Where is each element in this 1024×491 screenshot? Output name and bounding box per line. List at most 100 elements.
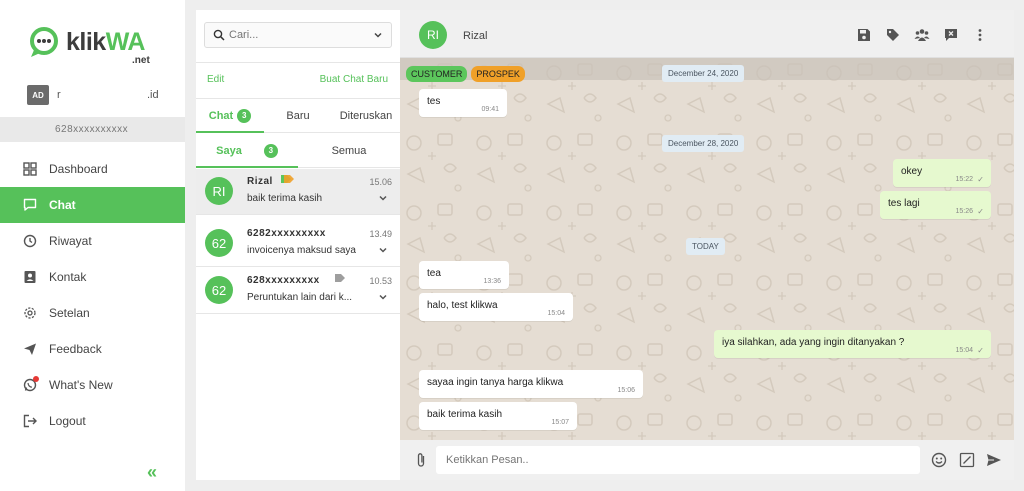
message-time: 15:04 xyxy=(547,310,565,317)
chat-list-item[interactable]: 62 628xxxxxxxxx 10.53 Peruntukan lain da… xyxy=(196,268,400,314)
date-separator: December 28, 2020 xyxy=(662,135,745,152)
chat-list-item[interactable]: RI Rizal 15.06 baik terima kasih xyxy=(196,169,400,215)
logo-wordmark: klikWA xyxy=(66,28,145,56)
tab-semua[interactable]: Semua xyxy=(298,134,400,167)
report-icon[interactable] xyxy=(943,27,959,43)
send-icon[interactable] xyxy=(986,452,1002,468)
avatar: RI xyxy=(205,177,233,205)
logo-chat-bubble-icon xyxy=(30,27,58,57)
message-incoming[interactable]: baik terima kasih 15:07 xyxy=(419,402,577,430)
sidebar-item-dashboard[interactable]: Dashboard xyxy=(0,151,185,187)
contact-name[interactable]: Rizal xyxy=(463,30,487,42)
sidebar-item-chat[interactable]: Chat xyxy=(0,187,185,223)
chevron-down-icon[interactable] xyxy=(378,292,388,302)
timestamp: 15.06 xyxy=(369,177,392,187)
emoji-icon[interactable] xyxy=(931,452,947,468)
avatar: 62 xyxy=(205,229,233,257)
timestamp: 13.49 xyxy=(369,229,392,239)
message-incoming[interactable]: tea 13:36 xyxy=(419,261,509,289)
user-phone: 628xxxxxxxxxx xyxy=(55,124,129,135)
chat-subtabs: Saya 3 Semua xyxy=(196,134,400,168)
message-time: 15:26 xyxy=(955,208,973,215)
message-input[interactable] xyxy=(436,446,920,474)
avatar[interactable]: RI xyxy=(419,21,447,49)
avatar: AD xyxy=(27,85,49,105)
template-icon[interactable] xyxy=(959,452,975,468)
chat-list-item[interactable]: 62 6282xxxxxxxxx 13.49 invoicenya maksud… xyxy=(196,221,400,267)
whatsapp-icon xyxy=(22,376,39,393)
contact-icon xyxy=(22,269,38,285)
message-incoming[interactable]: sayaa ingin tanya harga klikwa 15:06 xyxy=(419,370,643,398)
gear-icon xyxy=(22,305,38,321)
header-actions xyxy=(856,27,988,43)
message-text: tea xyxy=(427,268,441,279)
history-icon xyxy=(22,233,38,249)
message-area[interactable]: CUSTOMER PROSPEK December 24, 2020 tes 0… xyxy=(400,58,1014,440)
message-text: sayaa ingin tanya harga klikwa xyxy=(427,377,564,388)
new-chat-button[interactable]: Buat Chat Baru xyxy=(320,74,388,85)
sidebar-item-label: Dashboard xyxy=(49,162,108,176)
chat-list-panel: Edit Buat Chat Baru Chat3 Baru Diteruska… xyxy=(196,10,400,480)
sidebar-item-whats-new[interactable]: What's New xyxy=(0,367,185,403)
tag-icon xyxy=(281,175,294,183)
more-options-icon[interactable] xyxy=(972,27,988,43)
sidebar: klikWA .net AD r .id 628xxxxxxxxxx Dashb… xyxy=(0,0,185,491)
message-time: 15:04 xyxy=(955,347,973,354)
search-icon xyxy=(213,29,225,41)
message-text: tes xyxy=(427,96,441,107)
message-outgoing[interactable]: iya silahkan, ada yang ingin ditanyakan … xyxy=(714,330,991,358)
user-name: r xyxy=(57,89,61,101)
logout-icon xyxy=(22,413,38,429)
message-time: 15:22 xyxy=(955,176,973,183)
date-separator: TODAY xyxy=(686,238,725,255)
sidebar-item-label: What's New xyxy=(49,378,113,392)
check-icon: ✓ xyxy=(977,175,984,184)
label-customer[interactable]: CUSTOMER xyxy=(406,66,468,82)
chat-icon xyxy=(22,197,38,213)
conversation-panel: RI Rizal CUSTOMER PROSPEK December 24, 2… xyxy=(400,10,1014,480)
tab-chat[interactable]: Chat 3 xyxy=(196,99,264,133)
message-time: 15:06 xyxy=(617,387,635,394)
dashboard-icon xyxy=(22,161,38,177)
tab-saya[interactable]: Saya 3 xyxy=(196,134,298,168)
save-icon[interactable] xyxy=(856,27,872,43)
sidebar-item-logout[interactable]: Logout xyxy=(0,403,185,439)
chevron-down-icon[interactable] xyxy=(378,193,388,203)
message-incoming[interactable]: halo, test klikwa 15:04 xyxy=(419,293,573,321)
contact-name: 6282xxxxxxxxx xyxy=(247,228,326,239)
message-outgoing[interactable]: okey 15:22 ✓ xyxy=(893,159,991,187)
count-badge: 3 xyxy=(237,108,252,123)
message-text: tes lagi xyxy=(888,198,920,209)
chevron-down-icon[interactable] xyxy=(373,30,383,40)
sidebar-item-label: Chat xyxy=(49,198,76,212)
last-message: baik terima kasih xyxy=(247,193,323,204)
klikwa-logo[interactable]: klikWA .net xyxy=(28,26,158,70)
search-box[interactable] xyxy=(204,22,392,48)
sidebar-nav: Dashboard Chat Riwayat Kontak Setelan Fe… xyxy=(0,151,185,439)
sidebar-item-label: Riwayat xyxy=(49,234,92,248)
tab-diteruskan[interactable]: Diteruskan xyxy=(332,99,400,132)
date-separator: December 24, 2020 xyxy=(662,65,745,82)
phone-band: 628xxxxxxxxxx xyxy=(0,117,185,142)
tag-icon[interactable] xyxy=(885,27,901,43)
paperclip-icon[interactable] xyxy=(416,452,426,468)
group-icon[interactable] xyxy=(914,27,930,43)
notification-dot xyxy=(33,376,39,382)
message-incoming[interactable]: tes 09:41 xyxy=(419,89,507,117)
search-input[interactable] xyxy=(229,27,369,43)
sidebar-item-feedback[interactable]: Feedback xyxy=(0,331,185,367)
sidebar-item-kontak[interactable]: Kontak xyxy=(0,259,185,295)
label-prospek[interactable]: PROSPEK xyxy=(471,66,525,82)
chevron-down-icon[interactable] xyxy=(378,245,388,255)
divider xyxy=(196,62,400,63)
sidebar-item-riwayat[interactable]: Riwayat xyxy=(0,223,185,259)
message-outgoing[interactable]: tes lagi 15:26 ✓ xyxy=(880,191,991,219)
collapse-sidebar-icon[interactable]: « xyxy=(147,463,165,481)
user-info: AD r .id xyxy=(27,85,177,105)
avatar: 62 xyxy=(205,276,233,304)
contact-name: Rizal xyxy=(247,176,273,187)
edit-button[interactable]: Edit xyxy=(207,74,224,85)
sidebar-item-setelan[interactable]: Setelan xyxy=(0,295,185,331)
tab-baru[interactable]: Baru xyxy=(264,99,332,132)
send-icon xyxy=(22,341,38,357)
